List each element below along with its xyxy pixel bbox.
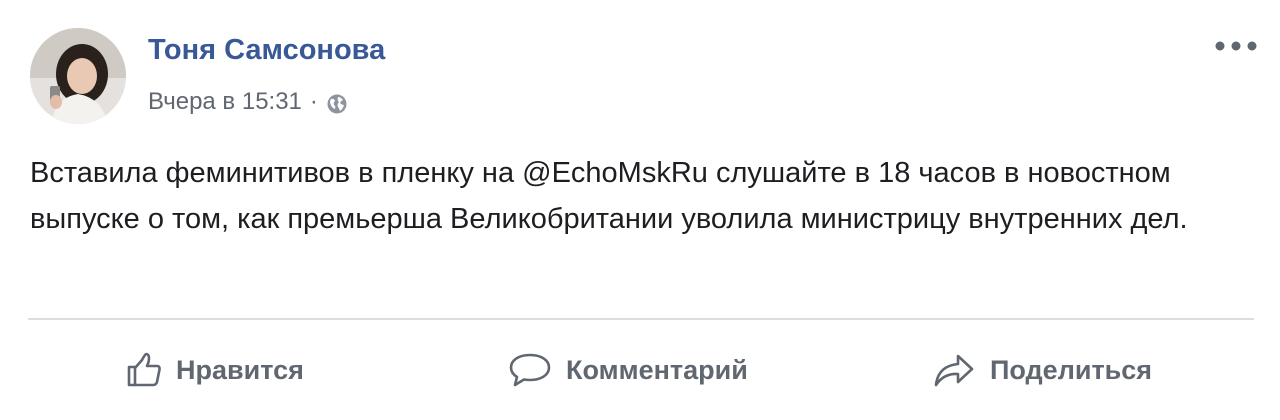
share-button[interactable]: Поделиться	[932, 342, 1152, 398]
meta-separator: ·	[309, 88, 318, 115]
post-text: Вставила феминитивов в пленку на @EchoMs…	[30, 157, 1188, 235]
avatar-photo	[30, 28, 126, 124]
comment-button[interactable]: Комментарий	[508, 342, 748, 398]
avatar[interactable]	[30, 28, 126, 124]
share-arrow-icon	[932, 352, 976, 388]
feed-post: Тоня Самсонова Вчера в 15:31 · Вставила …	[0, 0, 1280, 420]
like-label: Нравится	[176, 354, 304, 385]
post-meta: Вчера в 15:31 ·	[148, 86, 348, 118]
globe-icon[interactable]	[326, 93, 348, 115]
divider	[28, 318, 1254, 320]
share-label: Поделиться	[990, 354, 1153, 385]
post-timestamp[interactable]: Вчера в 15:31	[148, 88, 302, 116]
comment-label: Комментарий	[566, 354, 748, 385]
like-button[interactable]: Нравится	[126, 342, 304, 398]
author-name[interactable]: Тоня Самсонова	[148, 34, 385, 67]
more-dots-icon	[1215, 41, 1257, 51]
thumbs-up-icon	[126, 352, 162, 388]
comment-bubble-icon	[508, 352, 552, 388]
more-options-button[interactable]	[1212, 34, 1260, 58]
